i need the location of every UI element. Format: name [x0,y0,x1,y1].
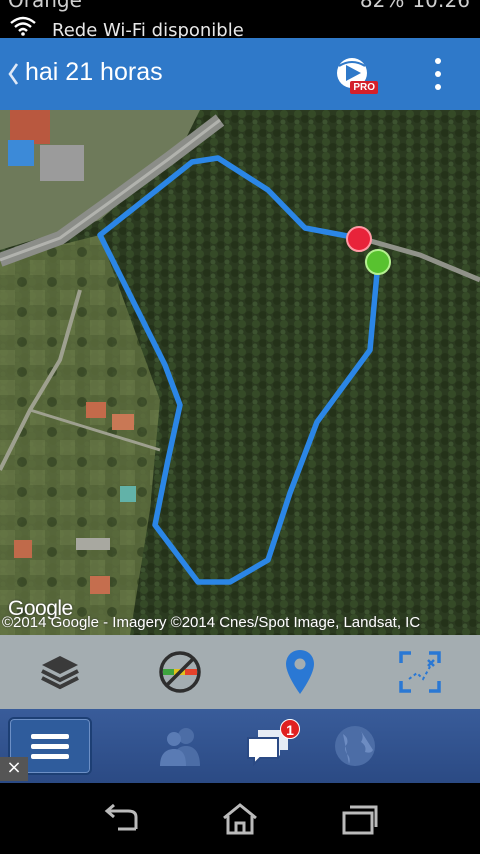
recents-icon[interactable] [340,803,380,835]
location-button[interactable] [240,635,360,709]
pool [8,140,34,166]
overflow-menu-icon[interactable] [430,58,446,90]
app-screen: Orange Rede Wi-Fi disponible 82% 10:26 h… [0,0,480,854]
map-attribution: ©2014 Google - Imagery ©2014 Cnes/Spot I… [2,614,421,631]
status-bar: Orange Rede Wi-Fi disponible 82% 10:26 [0,0,480,38]
fit-route-icon [399,651,441,693]
home-icon[interactable] [220,803,260,835]
globe-icon[interactable] [331,722,379,770]
bottom-navigation: 1 [0,709,480,783]
location-pin-icon [286,650,314,694]
start-marker[interactable] [365,249,391,275]
wifi-icon [10,16,36,36]
house [90,576,110,594]
system-navigation [0,783,480,854]
house [112,414,134,430]
house [14,540,32,558]
page-title[interactable]: hai 21 horas [25,58,163,87]
messages-badge: 1 [280,719,300,739]
close-button[interactable]: × [0,757,28,781]
chevron-left-icon[interactable] [6,60,20,88]
pool [120,486,136,502]
house [86,402,106,418]
satellite-map[interactable] [0,110,480,635]
wifi-notification-text: Rede Wi-Fi disponible [52,20,244,38]
end-marker[interactable] [346,226,372,252]
pro-badge: PRO [350,81,378,94]
map-toolbar [0,635,480,709]
friends-icon[interactable] [156,722,204,770]
speed-colors-icon [159,651,201,693]
clock: 10:26 [412,0,470,12]
building-roof [10,110,50,144]
fit-route-button[interactable] [360,635,480,709]
building [40,145,84,181]
speed-colors-button[interactable] [120,635,240,709]
layers-icon [41,656,79,690]
back-icon[interactable] [100,803,140,835]
map-view[interactable]: Google ©2014 Google - Imagery ©2014 Cnes… [0,110,480,635]
app-bar: hai 21 horas PRO [0,38,480,110]
battery-label: 82% [359,0,405,12]
status-right: 82% 10:26 [360,0,470,12]
layers-button[interactable] [0,635,120,709]
carrier-label: Orange [8,0,82,12]
shed [76,538,110,550]
pro-button[interactable]: PRO [334,56,378,96]
